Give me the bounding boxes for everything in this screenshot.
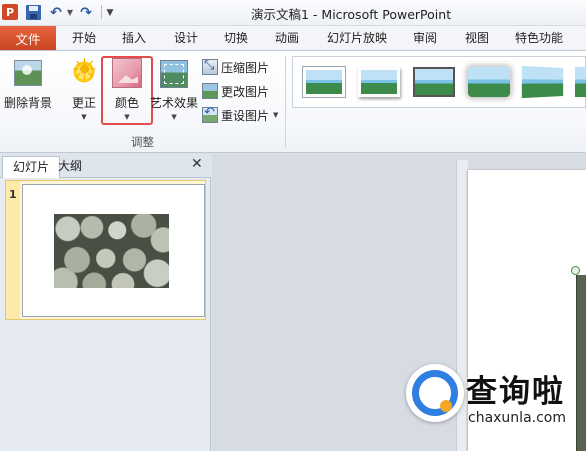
slide-number: 1 — [9, 188, 17, 201]
customize-toolbar-icon[interactable]: ▼ — [105, 4, 115, 21]
close-icon[interactable]: ✕ — [191, 156, 203, 172]
picture-style-5[interactable] — [521, 65, 564, 99]
rotate-handle-icon[interactable] — [571, 266, 580, 275]
artistic-effects-icon — [160, 60, 188, 88]
remove-background-button[interactable]: 删除背景 — [4, 60, 52, 111]
compress-pictures-button[interactable]: 压缩图片 — [202, 58, 269, 76]
change-picture-label: 更改图片 — [221, 84, 270, 99]
tab-slideshow[interactable]: 幻灯片放映 — [327, 30, 387, 48]
picture-styles-gallery — [292, 56, 586, 108]
tab-transitions[interactable]: 切换 — [224, 30, 248, 48]
pane-tab-bar: 幻灯片 大纲 ✕ — [0, 154, 211, 178]
color-highlight-annotation — [101, 56, 153, 125]
watermark-text: 查询啦 — [466, 374, 565, 410]
sun-icon — [70, 53, 98, 89]
compress-icon — [202, 58, 218, 75]
selected-picture[interactable] — [576, 275, 586, 451]
tab-review[interactable]: 审阅 — [413, 30, 437, 48]
powerpoint-window: P ↶ ▼ ↷ ▼ 演示文稿1 - Microsoft PowerPoint 文… — [0, 0, 586, 451]
watermark-url: chaxunla.com — [468, 410, 566, 426]
compress-pictures-label: 压缩图片 — [221, 60, 270, 75]
artistic-effects-button[interactable]: 艺术效果 ▼ — [150, 60, 198, 121]
undo-icon[interactable]: ↶ — [48, 4, 64, 21]
watermark-dot-icon — [440, 400, 452, 412]
tab-featured[interactable]: 特色功能 — [515, 30, 563, 48]
corrections-label: 更正 — [71, 96, 96, 110]
tab-animations[interactable]: 动画 — [275, 30, 299, 48]
reset-picture-button[interactable]: 重设图片 ▼ — [202, 105, 279, 124]
tab-design[interactable]: 设计 — [174, 30, 198, 48]
tab-file[interactable]: 文件 — [0, 26, 56, 50]
redo-icon[interactable]: ↷ — [78, 4, 94, 21]
corrections-button[interactable]: 更正 ▼ — [70, 53, 98, 121]
tab-view[interactable]: 视图 — [465, 30, 489, 48]
tab-insert[interactable]: 插入 — [122, 30, 146, 48]
chevron-down-icon: ▼ — [81, 113, 87, 121]
save-icon[interactable] — [26, 5, 41, 20]
reset-picture-icon — [202, 105, 218, 123]
chevron-down-icon: ▼ — [171, 113, 177, 121]
picture-style-2[interactable] — [358, 67, 400, 97]
adjust-group-label: 调整 — [131, 135, 154, 149]
undo-dropdown-icon[interactable]: ▼ — [65, 4, 75, 21]
toolbar-separator — [101, 5, 102, 19]
picture-style-1[interactable] — [303, 67, 345, 97]
change-picture-icon — [202, 83, 218, 99]
chevron-down-icon: ▼ — [273, 111, 279, 119]
picture-style-3[interactable] — [413, 67, 455, 97]
picture-style-6[interactable] — [575, 67, 586, 97]
picture-style-4[interactable] — [468, 67, 510, 97]
melon-photo-thumbnail — [54, 214, 169, 288]
group-divider — [285, 56, 286, 148]
change-picture-button[interactable]: 更改图片 — [202, 82, 269, 100]
tab-home[interactable]: 开始 — [72, 30, 96, 48]
powerpoint-logo-icon[interactable]: P — [2, 4, 18, 20]
tab-outline[interactable]: 大纲 — [48, 156, 92, 178]
reset-picture-label: 重设图片 — [221, 108, 270, 123]
window-title: 演示文稿1 - Microsoft PowerPoint — [251, 7, 452, 22]
remove-background-icon — [14, 60, 42, 86]
remove-background-label: 删除背景 — [4, 96, 53, 110]
artistic-effects-label: 艺术效果 — [150, 96, 199, 110]
